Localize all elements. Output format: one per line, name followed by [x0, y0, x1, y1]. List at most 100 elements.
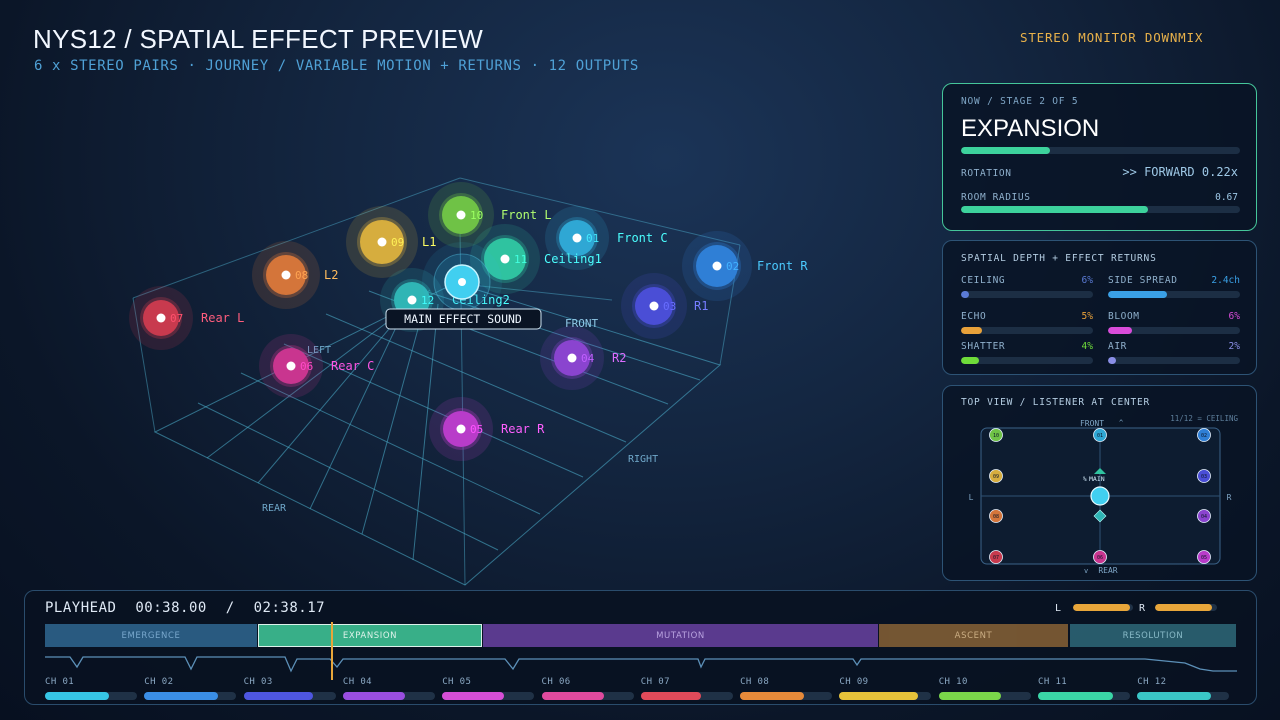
playhead-marker[interactable]: [331, 622, 333, 680]
speaker-04[interactable]: 04 R2: [540, 326, 626, 390]
depth-item-ceiling[interactable]: CEILING 6%: [961, 275, 1093, 301]
speaker-label: Front R: [757, 259, 808, 273]
channel-11[interactable]: CH 11: [1038, 677, 1130, 700]
depth-item-bar: [1108, 327, 1240, 334]
speaker-09[interactable]: 09 L1: [346, 206, 436, 278]
channel-label: CH 05: [442, 677, 472, 687]
timeline-panel: PLAYHEAD 00:38.00 / 02:38.17 L R EMERGEN…: [24, 590, 1257, 705]
depth-item-value: 6%: [1081, 275, 1093, 286]
meter-left: [1073, 604, 1133, 611]
segment-ascent[interactable]: ASCENT: [879, 624, 1068, 647]
channel-5[interactable]: CH 05: [442, 677, 535, 700]
depth-item-echo[interactable]: ECHO 5%: [961, 311, 1093, 337]
segment-emergence[interactable]: EMERGENCE: [45, 624, 257, 647]
channel-12[interactable]: CH 12: [1137, 677, 1230, 700]
top-view-map[interactable]: FRONT ^ v REAR L R 01 020304050607080910 …: [943, 386, 1258, 582]
top-rear-down-glyph: v: [1084, 567, 1088, 575]
top-main-dot[interactable]: [1090, 486, 1110, 506]
depth-item-bar: [961, 357, 1093, 364]
channel-8[interactable]: CH 08: [740, 677, 833, 700]
depth-item-value: 4%: [1081, 341, 1093, 352]
waveform[interactable]: [25, 647, 1258, 677]
depth-item-side-spread[interactable]: SIDE SPREAD 2.4ch: [1108, 275, 1240, 301]
channel-meter: [45, 692, 137, 700]
room-radius-label: ROOM RADIUS: [961, 192, 1031, 203]
channel-meter: [938, 692, 1031, 700]
depth-item-label: CEILING: [961, 275, 1006, 286]
scene-rear-label: REAR: [262, 503, 287, 514]
speaker-number: 02: [726, 260, 739, 273]
channel-7[interactable]: CH 07: [640, 677, 733, 700]
top-dot-number: 07: [993, 555, 999, 561]
channel-label: CH 12: [1137, 677, 1167, 687]
segment-resolution[interactable]: RESOLUTION: [1070, 624, 1236, 647]
channel-label: CH 10: [938, 677, 968, 687]
speaker-08[interactable]: 08 L2: [252, 241, 338, 309]
speaker-07[interactable]: 07 Rear L: [129, 286, 244, 350]
depth-item-value: 2%: [1228, 341, 1240, 352]
channel-4[interactable]: CH 04: [342, 677, 435, 700]
spatial-scene[interactable]: LEFT RIGHT FRONT REAR 01 Front C02 Front R…: [0, 0, 940, 600]
speaker-label: Rear L: [201, 311, 244, 325]
room-radius-slider[interactable]: [961, 206, 1240, 213]
depth-item-label: SIDE SPREAD: [1108, 275, 1178, 286]
speaker-02[interactable]: 02 Front R: [682, 231, 808, 301]
channel-meter: [243, 692, 336, 700]
channel-meter: [1038, 692, 1130, 700]
top-front-label: FRONT: [1080, 419, 1104, 428]
room-radius-value: 0.67: [1215, 192, 1238, 203]
depth-item-bloom[interactable]: BLOOM 6%: [1108, 311, 1240, 337]
depth-item-bar: [961, 327, 1093, 334]
speaker-06[interactable]: 06 Rear C: [259, 334, 374, 398]
channel-meter: [144, 692, 237, 700]
channel-label: CH 06: [541, 677, 571, 687]
channel-2[interactable]: CH 02: [144, 677, 237, 700]
channel-3[interactable]: CH 03: [243, 677, 336, 700]
depth-item-label: BLOOM: [1108, 311, 1140, 322]
channel-label: CH 08: [740, 677, 770, 687]
top-left-label: L: [969, 493, 974, 502]
top-main-label: MAIN: [1089, 475, 1105, 483]
channel-9[interactable]: CH 09: [839, 677, 932, 700]
speaker-number: 04: [581, 352, 595, 365]
speaker-label: Front C: [617, 231, 668, 245]
speaker-number: 07: [170, 312, 183, 325]
depth-item-value: 2.4ch: [1211, 275, 1240, 286]
depth-item-shatter[interactable]: SHATTER 4%: [961, 341, 1093, 367]
stereo-downmix-link[interactable]: STEREO MONITOR DOWNMIX: [1020, 30, 1203, 45]
speaker-number: 03: [663, 300, 676, 313]
depth-item-air[interactable]: AIR 2%: [1108, 341, 1240, 367]
depth-panel: SPATIAL DEPTH + EFFECT RETURNS CEILING 6…: [942, 240, 1257, 375]
rotation-value[interactable]: >> FORWARD 0.22x: [1122, 165, 1238, 179]
depth-item-bar: [1108, 291, 1240, 298]
speaker-05[interactable]: 05 Rear R: [429, 397, 545, 461]
top-front-up-glyph: ^: [1119, 419, 1123, 427]
meter-left-label: L: [1055, 603, 1062, 614]
playhead-current: 00:38.00: [135, 600, 207, 616]
channel-meter: [541, 692, 634, 700]
playhead-total: 02:38.17: [253, 600, 326, 616]
channel-1[interactable]: CH 01: [45, 677, 137, 700]
segment-mutation[interactable]: MUTATION: [483, 624, 878, 647]
channel-6[interactable]: CH 06: [541, 677, 634, 700]
meter-right-label: R: [1139, 603, 1146, 614]
speaker-number: 10: [470, 209, 483, 222]
depth-item-label: ECHO: [961, 311, 987, 322]
top-dot-number: 10: [993, 433, 999, 439]
channel-label: CH 03: [243, 677, 273, 687]
main-effect-label: MAIN EFFECT SOUND: [404, 312, 522, 326]
speaker-label: R1: [694, 299, 708, 313]
channel-meter: [442, 692, 535, 700]
top-main-glyph: %: [1083, 476, 1087, 483]
speaker-label: L2: [324, 268, 338, 282]
speaker-number: 05: [470, 423, 483, 436]
segment-expansion[interactable]: EXPANSION: [258, 624, 482, 647]
channel-label: CH 07: [640, 677, 670, 687]
top-dot-number: 08: [993, 514, 999, 520]
scene-right-label: RIGHT: [628, 454, 658, 465]
channel-10[interactable]: CH 10: [938, 677, 1031, 700]
speaker-label: Front L: [501, 208, 552, 222]
now-panel: NOW / STAGE 2 OF 5 EXPANSION ROTATION >>…: [942, 83, 1257, 231]
stage-progress-bar: [961, 147, 1240, 154]
speaker-label: L1: [422, 235, 436, 249]
